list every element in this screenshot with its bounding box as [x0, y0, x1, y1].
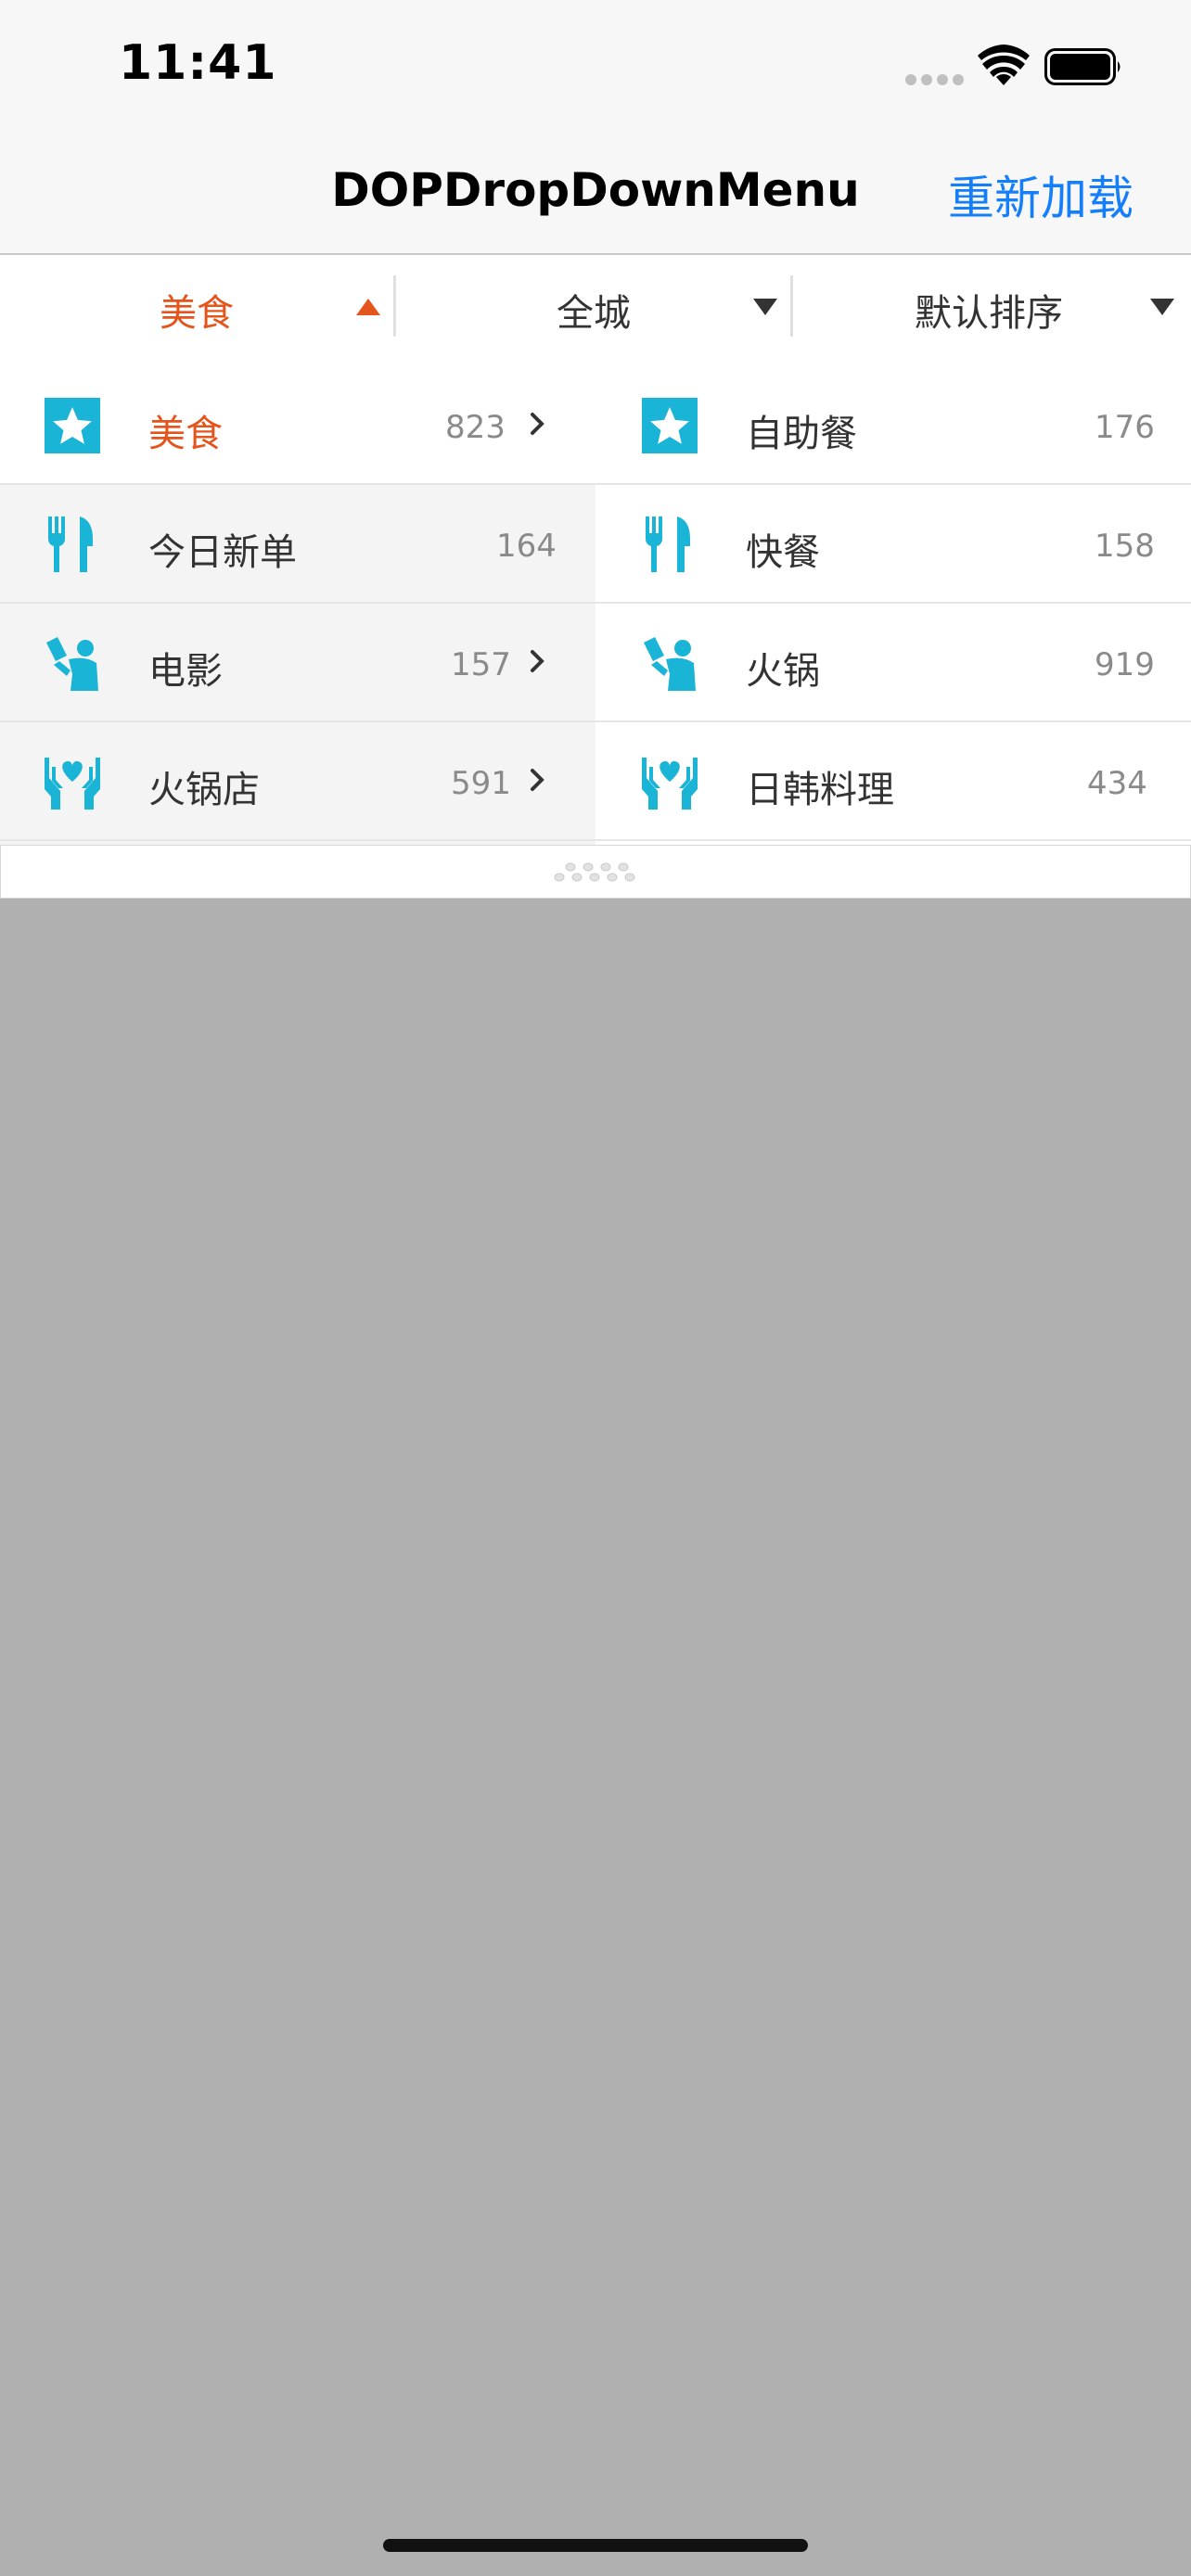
person-drinking-icon	[46, 637, 98, 691]
list-item-name: 美食	[148, 413, 223, 455]
right-subcategory-list: 自助餐 176 快餐 158 火锅 919 日韩料理 434	[596, 366, 1191, 845]
list-item[interactable]: 今日新单 164	[0, 485, 596, 604]
list-item-name: 快餐	[746, 531, 820, 574]
filter-tab-label: 默认排序	[915, 292, 1063, 335]
hands-heart-icon	[642, 758, 698, 810]
navigation-bar: DOPDropDownMenu 重新加载	[0, 134, 1191, 255]
triangle-down-icon	[1150, 299, 1174, 315]
list-item-count: 158	[1095, 528, 1155, 565]
fork-knife-icon	[48, 516, 93, 572]
grip-dots-icon	[554, 862, 635, 882]
filter-tab-category[interactable]: 美食	[0, 255, 397, 366]
list-item[interactable]: 日韩料理 434	[596, 722, 1191, 841]
list-item[interactable]: 美食 823	[0, 366, 596, 485]
triangle-up-icon	[356, 299, 380, 315]
filter-tab-area[interactable]: 全城	[397, 255, 794, 366]
list-item-name: 电影	[148, 650, 223, 693]
list-item-count: 164	[496, 528, 557, 565]
chevron-right-icon	[531, 650, 544, 672]
list-item-count: 176	[1095, 409, 1155, 446]
list-item-name: 自助餐	[746, 413, 857, 455]
filter-tab-sort[interactable]: 默认排序	[794, 255, 1191, 366]
list-item[interactable]: 自助餐 176	[596, 366, 1191, 485]
list-item-name: 火锅店	[148, 769, 260, 811]
status-bar: 11:41	[0, 0, 1191, 134]
dropdown-resize-handle[interactable]	[0, 845, 1191, 899]
list-item-count: 434	[1087, 765, 1147, 802]
list-item-count: 823	[445, 409, 506, 446]
home-indicator[interactable]	[383, 2539, 808, 2552]
chevron-right-icon	[531, 769, 544, 791]
list-item[interactable]: 快餐 158	[596, 485, 1191, 604]
list-item-count: 591	[451, 765, 511, 802]
list-item[interactable]: 火锅 919	[596, 604, 1191, 722]
filter-tab-label: 美食	[160, 292, 234, 335]
reload-button[interactable]: 重新加载	[948, 161, 1133, 228]
left-category-list: 美食 823 今日新单 164 电影 157 火锅店 591	[0, 366, 596, 845]
list-item-name: 今日新单	[148, 531, 297, 574]
chevron-right-icon	[531, 413, 544, 435]
star-icon	[642, 398, 698, 453]
wifi-icon	[978, 45, 1030, 85]
triangle-down-icon	[753, 299, 777, 315]
list-item-count: 919	[1095, 646, 1155, 683]
list-item[interactable]: 火锅店 591	[0, 722, 596, 841]
dropdown-menu-bar: 美食 全城 默认排序	[0, 255, 1191, 366]
star-icon	[45, 398, 100, 453]
filter-tab-label: 全城	[557, 292, 631, 335]
person-drinking-icon	[644, 637, 696, 691]
list-item-name: 火锅	[746, 650, 820, 693]
status-time: 11:41	[119, 35, 277, 91]
dim-overlay[interactable]	[0, 898, 1191, 2576]
filter-divider	[790, 275, 793, 337]
list-item[interactable]: 电影 157	[0, 604, 596, 722]
battery-icon	[1044, 48, 1121, 85]
list-item-name: 日韩料理	[746, 769, 894, 811]
fork-knife-icon	[646, 516, 690, 572]
list-item-count: 157	[451, 646, 511, 683]
filter-divider	[393, 275, 396, 337]
hands-heart-icon	[45, 758, 100, 810]
cellular-signal-icon	[905, 74, 965, 85]
